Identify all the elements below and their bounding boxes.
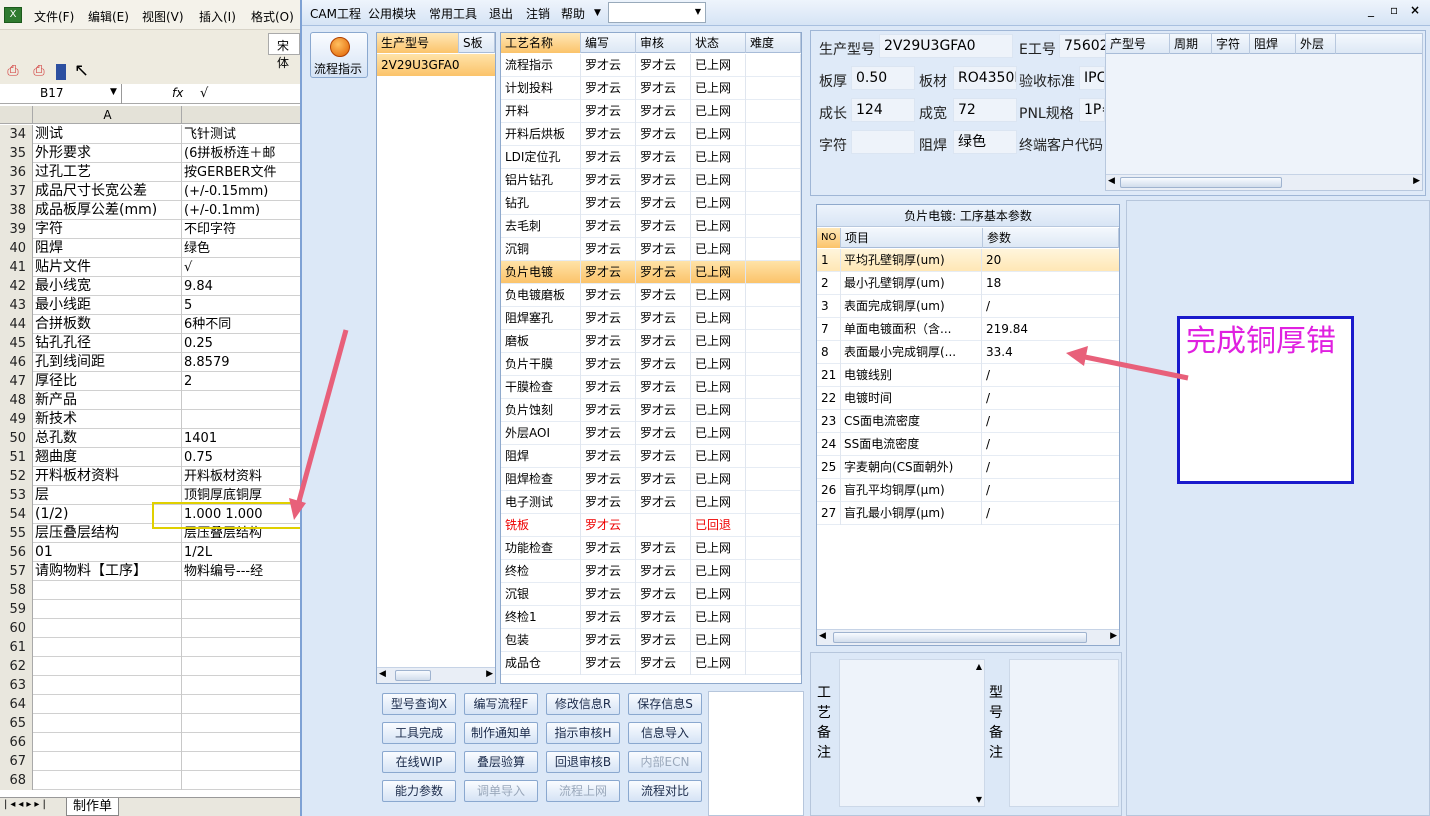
arrow-head-param-icon [1066, 346, 1088, 366]
annotation-arrows [289, 329, 1189, 520]
arrow-head-cell-icon [289, 498, 306, 520]
arrow-to-param [1079, 353, 1189, 381]
arrow-to-cell [295, 329, 349, 506]
